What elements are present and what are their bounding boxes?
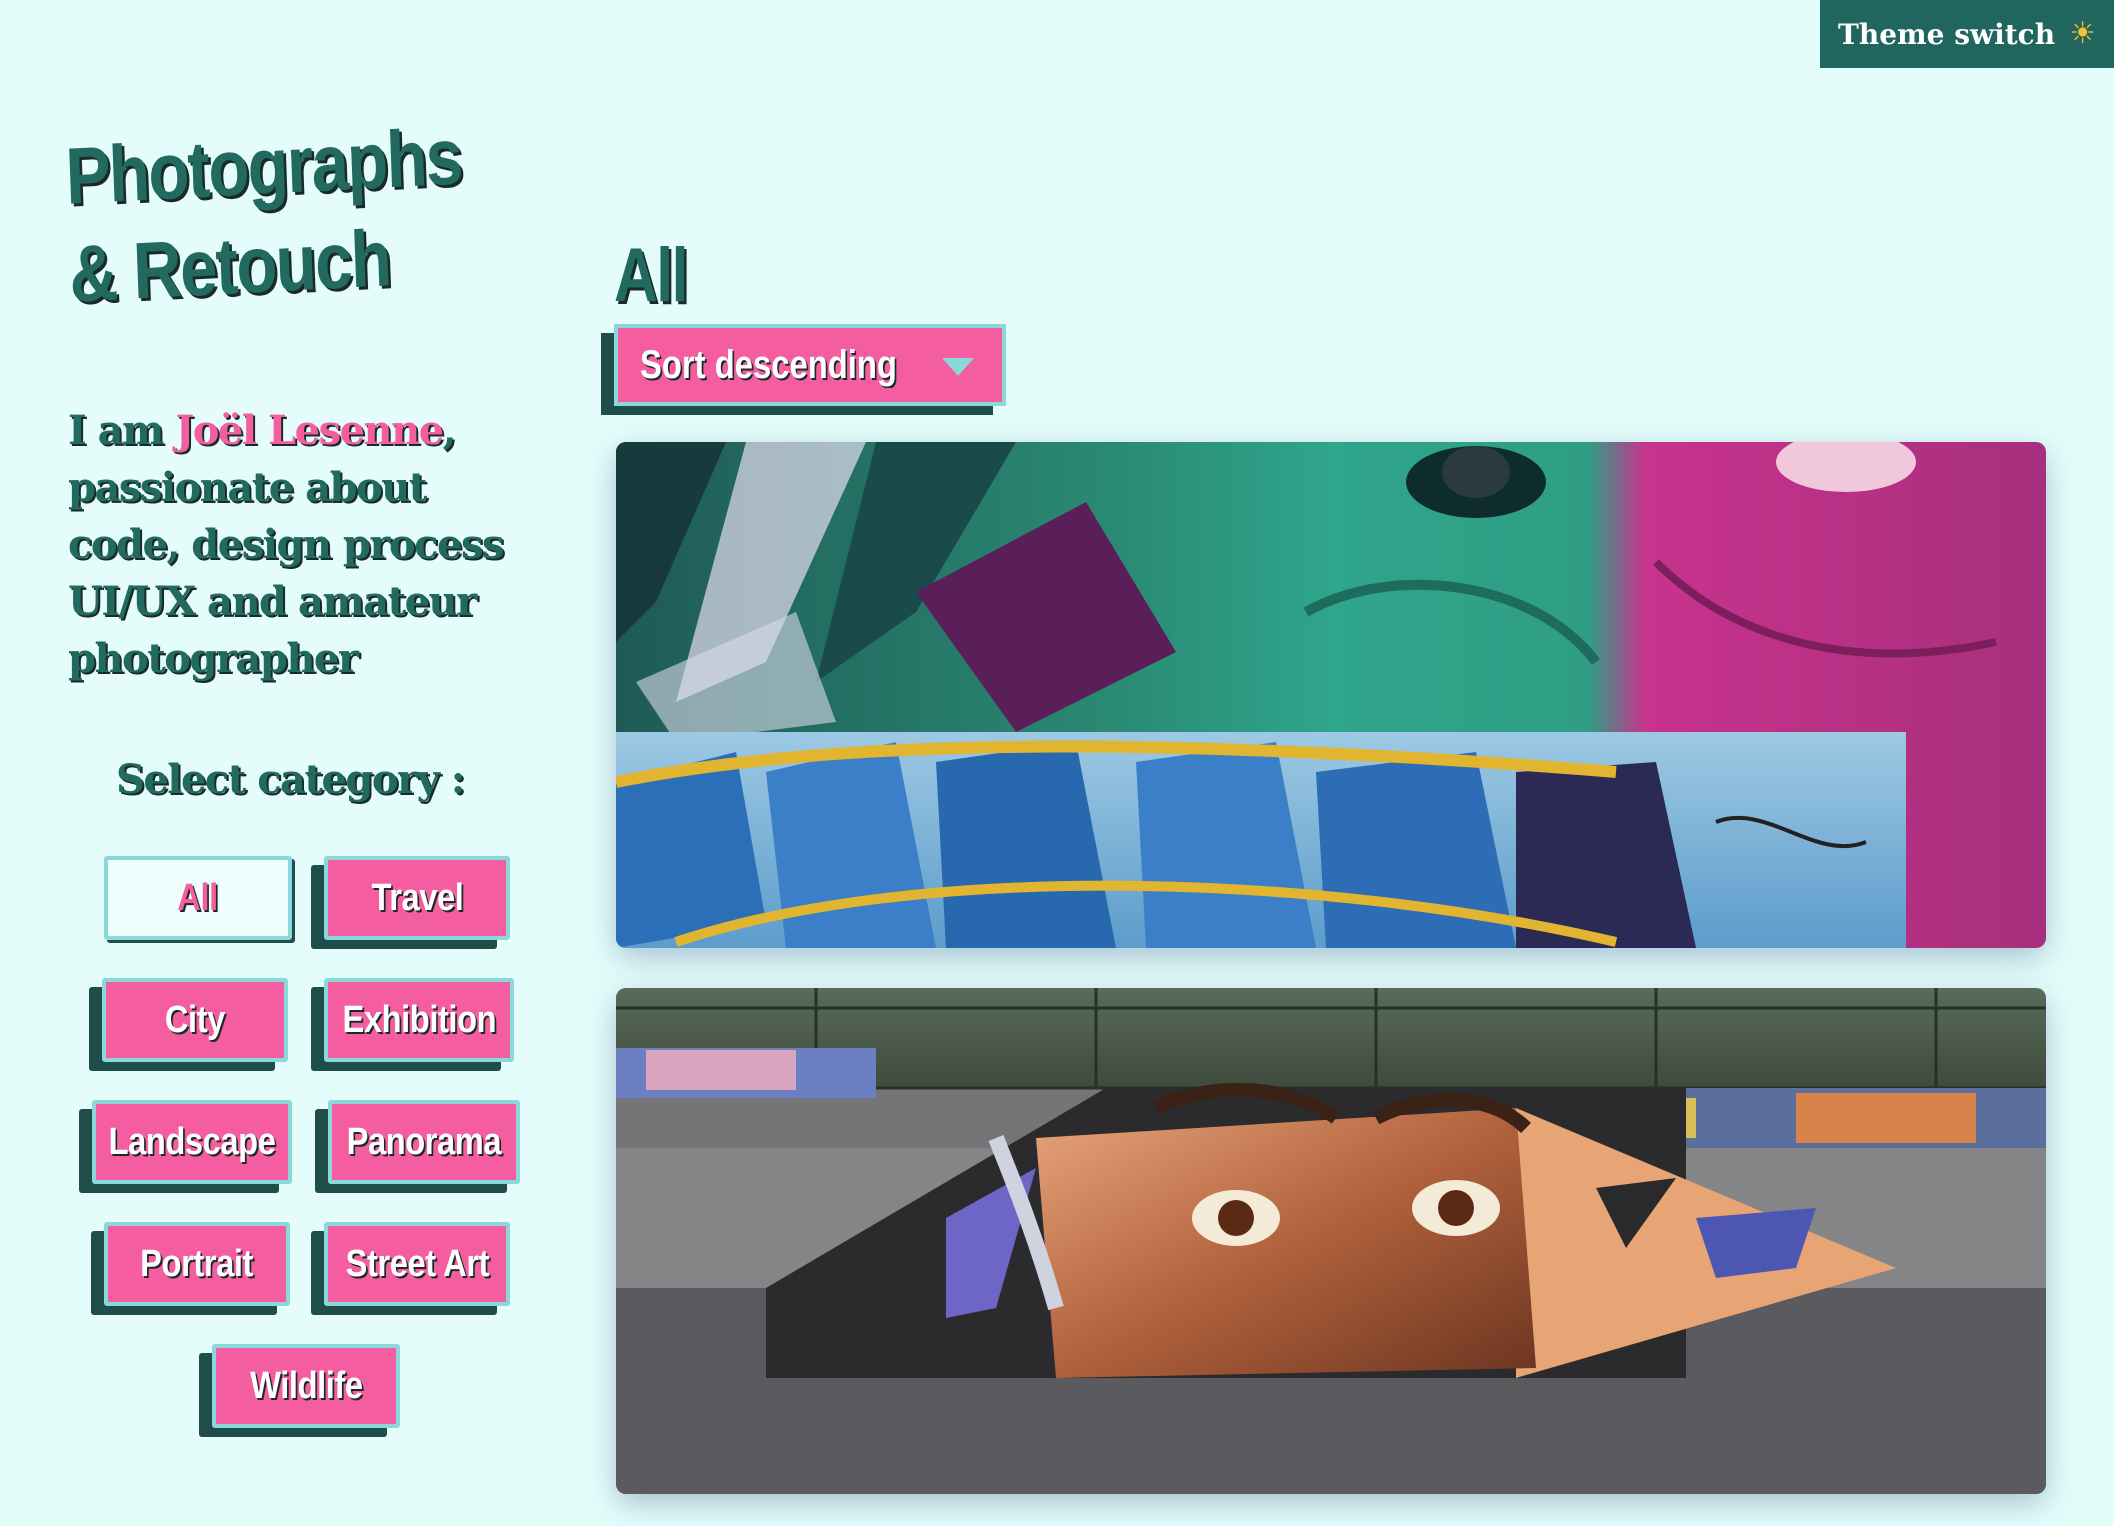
intro-text: I am Joël Lesenne, passionate about code… <box>68 402 538 687</box>
category-label: Exhibition <box>342 998 496 1041</box>
sort-select-value: Sort descending <box>640 342 897 387</box>
category-label: Travel <box>371 876 463 919</box>
theme-switch-button[interactable]: Theme switch ☀ <box>1820 0 2114 68</box>
caret-down-icon <box>942 358 974 376</box>
site-title-line-1: Photographs <box>64 111 463 221</box>
category-street-art-button[interactable]: Street Art <box>324 1222 510 1306</box>
category-label: Panorama <box>346 1120 502 1163</box>
theme-switch-label: Theme switch <box>1838 17 2056 51</box>
sort-select[interactable]: Sort descending <box>614 324 1006 406</box>
category-portrait-button[interactable]: Portrait <box>104 1222 290 1306</box>
mural-faces-image <box>616 442 2046 948</box>
category-exhibition-button[interactable]: Exhibition <box>324 978 514 1062</box>
category-panorama-button[interactable]: Panorama <box>328 1100 520 1184</box>
gallery-photo-skatepark-mural[interactable] <box>616 988 2046 1494</box>
intro-prefix: I am <box>68 407 176 454</box>
category-label: Wildlife <box>249 1364 363 1407</box>
site-title-line-2: & Retouch <box>67 213 392 319</box>
category-label: Street Art <box>345 1242 489 1285</box>
category-heading: Select category : <box>115 756 466 803</box>
category-all-button[interactable]: All <box>104 856 292 940</box>
category-travel-button[interactable]: Travel <box>324 856 510 940</box>
category-label: Landscape <box>108 1120 276 1163</box>
category-label: Portrait <box>140 1242 254 1285</box>
category-city-button[interactable]: City <box>102 978 288 1062</box>
sun-icon: ☀ <box>2069 16 2096 51</box>
gallery-heading: All <box>614 233 689 318</box>
gallery-photo-street-art-mural[interactable] <box>616 442 2046 948</box>
category-landscape-button[interactable]: Landscape <box>92 1100 292 1184</box>
category-label: All <box>177 876 219 919</box>
skatepark-mural-image <box>616 988 2046 1494</box>
category-wildlife-button[interactable]: Wildlife <box>212 1344 400 1428</box>
site-title: Photographs & Retouch <box>64 107 467 323</box>
category-label: City <box>164 998 226 1041</box>
author-name: Joël Lesenne <box>175 407 444 454</box>
